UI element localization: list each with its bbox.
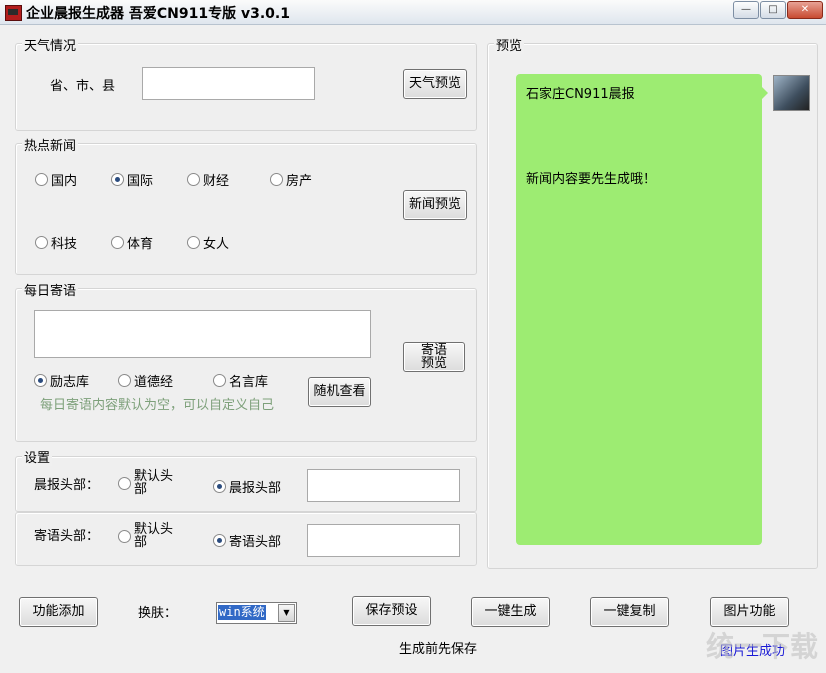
add-function-button[interactable]: 功能添加 — [19, 597, 98, 627]
radio-label: 女人 — [203, 237, 230, 252]
news-group-title: 热点新闻 — [22, 135, 79, 154]
radio-label: 国内 — [51, 174, 78, 189]
preview-group-title: 预览 — [494, 35, 525, 54]
preview-line-news: 新闻内容要先生成哦！ — [526, 172, 657, 187]
radio-label: 财经 — [203, 174, 230, 189]
news-radio-women[interactable]: 女人 — [187, 233, 229, 252]
bubble-arrow — [762, 87, 768, 99]
maximize-icon[interactable]: □ — [760, 1, 786, 19]
preview-chat-bubble — [516, 74, 762, 545]
close-icon[interactable]: ✕ — [787, 1, 823, 19]
news-preview-button[interactable]: 新闻预览 — [403, 190, 467, 220]
radio-circle[interactable] — [187, 173, 200, 186]
radio-circle[interactable] — [270, 173, 283, 186]
minimize-icon[interactable]: — — [733, 1, 759, 19]
image-function-button[interactable]: 图片功能 — [710, 597, 789, 627]
preview-line-title: 石家庄CN911晨报 — [526, 87, 635, 102]
radio-label: 名言库 — [229, 375, 269, 390]
header-radio-default[interactable]: 默认头部 — [118, 470, 184, 496]
radio-label: 道德经 — [134, 375, 174, 390]
radio-circle[interactable] — [111, 236, 124, 249]
avatar — [773, 75, 810, 111]
radio-circle[interactable] — [118, 530, 131, 543]
radio-circle[interactable] — [35, 236, 48, 249]
quote-header-label: 寄语头部： — [34, 529, 100, 544]
news-radio-tech[interactable]: 科技 — [35, 233, 77, 252]
radio-label: 体育 — [127, 237, 154, 252]
settings-group-title: 设置 — [22, 447, 53, 466]
radio-circle-selected[interactable] — [213, 534, 226, 547]
radio-circle-selected[interactable] — [34, 374, 47, 387]
save-preset-button[interactable]: 保存预设 — [352, 596, 431, 626]
radio-label: 晨报头部 — [229, 481, 282, 496]
radio-label: 默认头部 — [134, 522, 174, 550]
copy-button[interactable]: 一键复制 — [590, 597, 669, 627]
random-view-button[interactable]: 随机查看 — [308, 377, 371, 407]
radio-label: 励志库 — [50, 375, 90, 390]
quote-header-radio-default[interactable]: 默认头部 — [118, 523, 184, 549]
weather-preview-button[interactable]: 天气预览 — [403, 69, 467, 99]
header-label: 晨报头部： — [34, 478, 100, 493]
skin-select-value: win系统 — [218, 605, 266, 620]
skin-label: 换肤： — [138, 606, 178, 621]
quote-preview-label: 寄语预览 — [420, 343, 447, 371]
header-input[interactable] — [307, 469, 460, 502]
radio-circle[interactable] — [213, 374, 226, 387]
daily-quote-input[interactable] — [34, 310, 371, 358]
daily-quote-group-title: 每日寄语 — [22, 280, 79, 299]
radio-label: 房产 — [286, 174, 313, 189]
daily-quote-hint: 每日寄语内容默认为空，可以自定义自己 — [40, 398, 275, 413]
quote-header-input[interactable] — [307, 524, 460, 557]
region-input[interactable] — [142, 67, 315, 100]
header-radio-custom[interactable]: 晨报头部 — [213, 477, 281, 496]
quote-header-radio-custom[interactable]: 寄语头部 — [213, 531, 281, 550]
weather-group-title: 天气情况 — [22, 35, 79, 54]
quote-radio-quotes[interactable]: 名言库 — [213, 371, 268, 390]
news-radio-finance[interactable]: 财经 — [187, 170, 229, 189]
radio-circle[interactable] — [35, 173, 48, 186]
chevron-down-icon[interactable]: ▼ — [278, 604, 295, 622]
news-radio-sports[interactable]: 体育 — [111, 233, 153, 252]
news-radio-international[interactable]: 国际 — [111, 170, 153, 189]
radio-label: 科技 — [51, 237, 78, 252]
radio-label: 国际 — [127, 174, 154, 189]
quote-radio-inspiration[interactable]: 励志库 — [34, 371, 89, 390]
watermark: 统一下载 — [705, 630, 818, 663]
radio-circle[interactable] — [118, 477, 131, 490]
save-hint: 生成前先保存 — [399, 642, 478, 657]
quote-preview-button[interactable]: 寄语预览 — [403, 342, 465, 372]
skin-select[interactable]: win系统 ▼ — [216, 602, 297, 624]
app-icon — [5, 5, 22, 21]
window-title: 企业晨报生成器 吾爱CN911专版 v3.0.1 — [26, 6, 290, 22]
generate-button[interactable]: 一键生成 — [471, 597, 550, 627]
news-radio-realestate[interactable]: 房产 — [270, 170, 312, 189]
radio-circle[interactable] — [187, 236, 200, 249]
radio-circle-selected[interactable] — [111, 173, 124, 186]
radio-label: 寄语头部 — [229, 535, 282, 550]
radio-label: 默认头部 — [134, 469, 174, 497]
radio-circle-selected[interactable] — [213, 480, 226, 493]
radio-circle[interactable] — [118, 374, 131, 387]
region-label: 省、市、县 — [50, 79, 116, 94]
quote-radio-daodejing[interactable]: 道德经 — [118, 371, 173, 390]
news-radio-domestic[interactable]: 国内 — [35, 170, 77, 189]
